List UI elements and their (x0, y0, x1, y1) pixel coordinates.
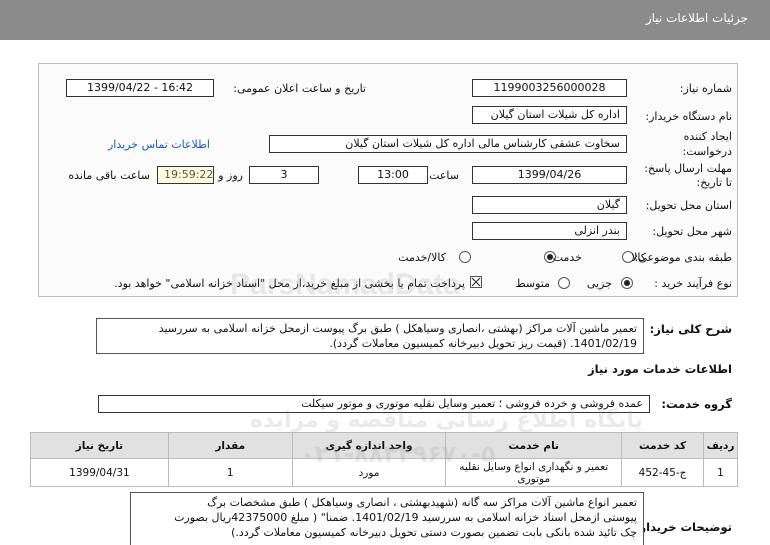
cell-unit: مورد (291, 458, 447, 487)
buyer-notes-label: توضیحات خریدار: (634, 520, 732, 534)
deadline-label-line1: مهلت ارسال پاسخ: (644, 162, 732, 175)
deadline-time-label: ساعت (429, 169, 459, 182)
province-field: گیلان (472, 196, 627, 214)
deadline-time-field: 13:00 (358, 166, 428, 184)
cell-service-name: تعمیر و نگهداری انواع وسایل نقلیه موتوری (445, 458, 623, 487)
buyer-org-field: اداره کل شیلات استان گیلان (472, 106, 627, 124)
col-header-service-name: نام خدمت (445, 432, 623, 459)
remaining-days-field: 3 (249, 166, 319, 184)
cell-need-date: 1399/04/31 (30, 458, 169, 487)
summary-label: شرح کلی نیاز: (649, 322, 732, 336)
col-header-need-date: تاریخ نیاز (30, 432, 169, 459)
process-medium-radio[interactable] (558, 277, 570, 289)
need-number-label: شماره نیاز: (679, 82, 732, 95)
remaining-time-label: ساعت باقی مانده (68, 169, 150, 182)
buyer-contact-link[interactable]: اطلاعات تماس خریدار (108, 138, 210, 151)
service-group-label: گروه خدمت: (661, 397, 732, 411)
announce-datetime-label: تاریخ و ساعت اعلان عمومی: (233, 82, 366, 95)
services-table: ردیف کد خدمت نام خدمت واحد اندازه گیری م… (30, 432, 738, 487)
col-header-service-code: کد خدمت (621, 432, 705, 459)
buyer-org-label: نام دستگاه خریدار: (645, 110, 732, 123)
table-header-row: ردیف کد خدمت نام خدمت واحد اندازه گیری م… (30, 432, 738, 459)
treasury-checkbox[interactable] (470, 276, 482, 288)
treasury-note: پرداخت تمام یا بخشی از مبلغ خرید،از محل … (114, 277, 465, 290)
days-label: روز و (218, 169, 243, 182)
announce-datetime-field: 1399/04/22 - 16:42 (66, 79, 214, 97)
process-partial-radio[interactable] (621, 277, 633, 289)
page-title: جزئیات اطلاعات نیاز (645, 11, 748, 25)
cell-service-code: ج-45-452 (621, 458, 705, 487)
remaining-time-field: 19:59:22 (157, 166, 214, 184)
city-label: شهر محل تحویل: (652, 225, 732, 238)
cell-quantity: 1 (167, 458, 293, 487)
deadline-date-field: 1399/04/26 (472, 166, 627, 184)
process-partial-label: جزیی (586, 277, 612, 290)
process-type-label: نوع فرآیند خرید : (654, 277, 732, 290)
buyer-notes-line2: پیوستی ازمحل اسناد خزانه اسلامی به سررسی… (174, 511, 637, 524)
category-goods-service-label: کالا/خدمت (398, 251, 446, 264)
province-label: استان محل تحویل: (645, 199, 732, 212)
buyer-notes-line1: تعمیر انواع ماشین آلات مراکز سه گانه (شه… (207, 496, 637, 509)
summary-line2: 1401/02/19. (قیمت ریز تحویل دبیرخانه کمی… (329, 337, 637, 350)
summary-line1: تعمیر ماشین آلات مراکز (بهشتی ،انصاری وس… (158, 322, 637, 335)
creator-label-line1: ایجاد کننده (683, 130, 732, 143)
need-number-field: 1199003256000028 (472, 79, 627, 97)
creator-label-line2: درخواست: (682, 145, 732, 158)
buyer-notes-box: تعمیر انواع ماشین آلات مراکز سه گانه (شه… (130, 492, 644, 545)
page-header: جزئیات اطلاعات نیاز (0, 0, 770, 40)
category-goods-service-radio[interactable] (459, 251, 471, 263)
cell-row-number: 1 (703, 458, 738, 487)
service-group-field: عمده فروشی و خرده فروشی ؛ تعمیر وسایل نق… (98, 395, 650, 413)
deadline-label-line2: تا تاریخ: (696, 176, 732, 189)
summary-box: تعمیر ماشین آلات مراکز (بهشتی ،انصاری وس… (96, 318, 644, 354)
col-header-unit: واحد اندازه گیری (291, 432, 447, 459)
buyer-notes-line3: چک تائید شده بانکی بابت تضمین بصورت دستی… (231, 526, 637, 539)
category-goods-label: کالا (631, 251, 646, 264)
table-row: 1 ج-45-452 تعمیر و نگهداری انواع وسایل ن… (30, 458, 738, 487)
services-info-title: اطلاعات خدمات مورد نیاز (588, 362, 732, 376)
category-service-label: خدمت (552, 251, 582, 264)
col-header-row-number: ردیف (703, 432, 738, 459)
city-field: بندر انزلی (472, 222, 627, 240)
process-medium-label: متوسط (515, 277, 550, 290)
creator-field: سخاوت عشقی کارشناس مالی اداره کل شیلات ا… (269, 135, 627, 153)
col-header-quantity: مقدار (167, 432, 293, 459)
checkbox-cross-icon (471, 277, 481, 287)
category-label: طبقه بندی موضوعی: (634, 251, 732, 264)
